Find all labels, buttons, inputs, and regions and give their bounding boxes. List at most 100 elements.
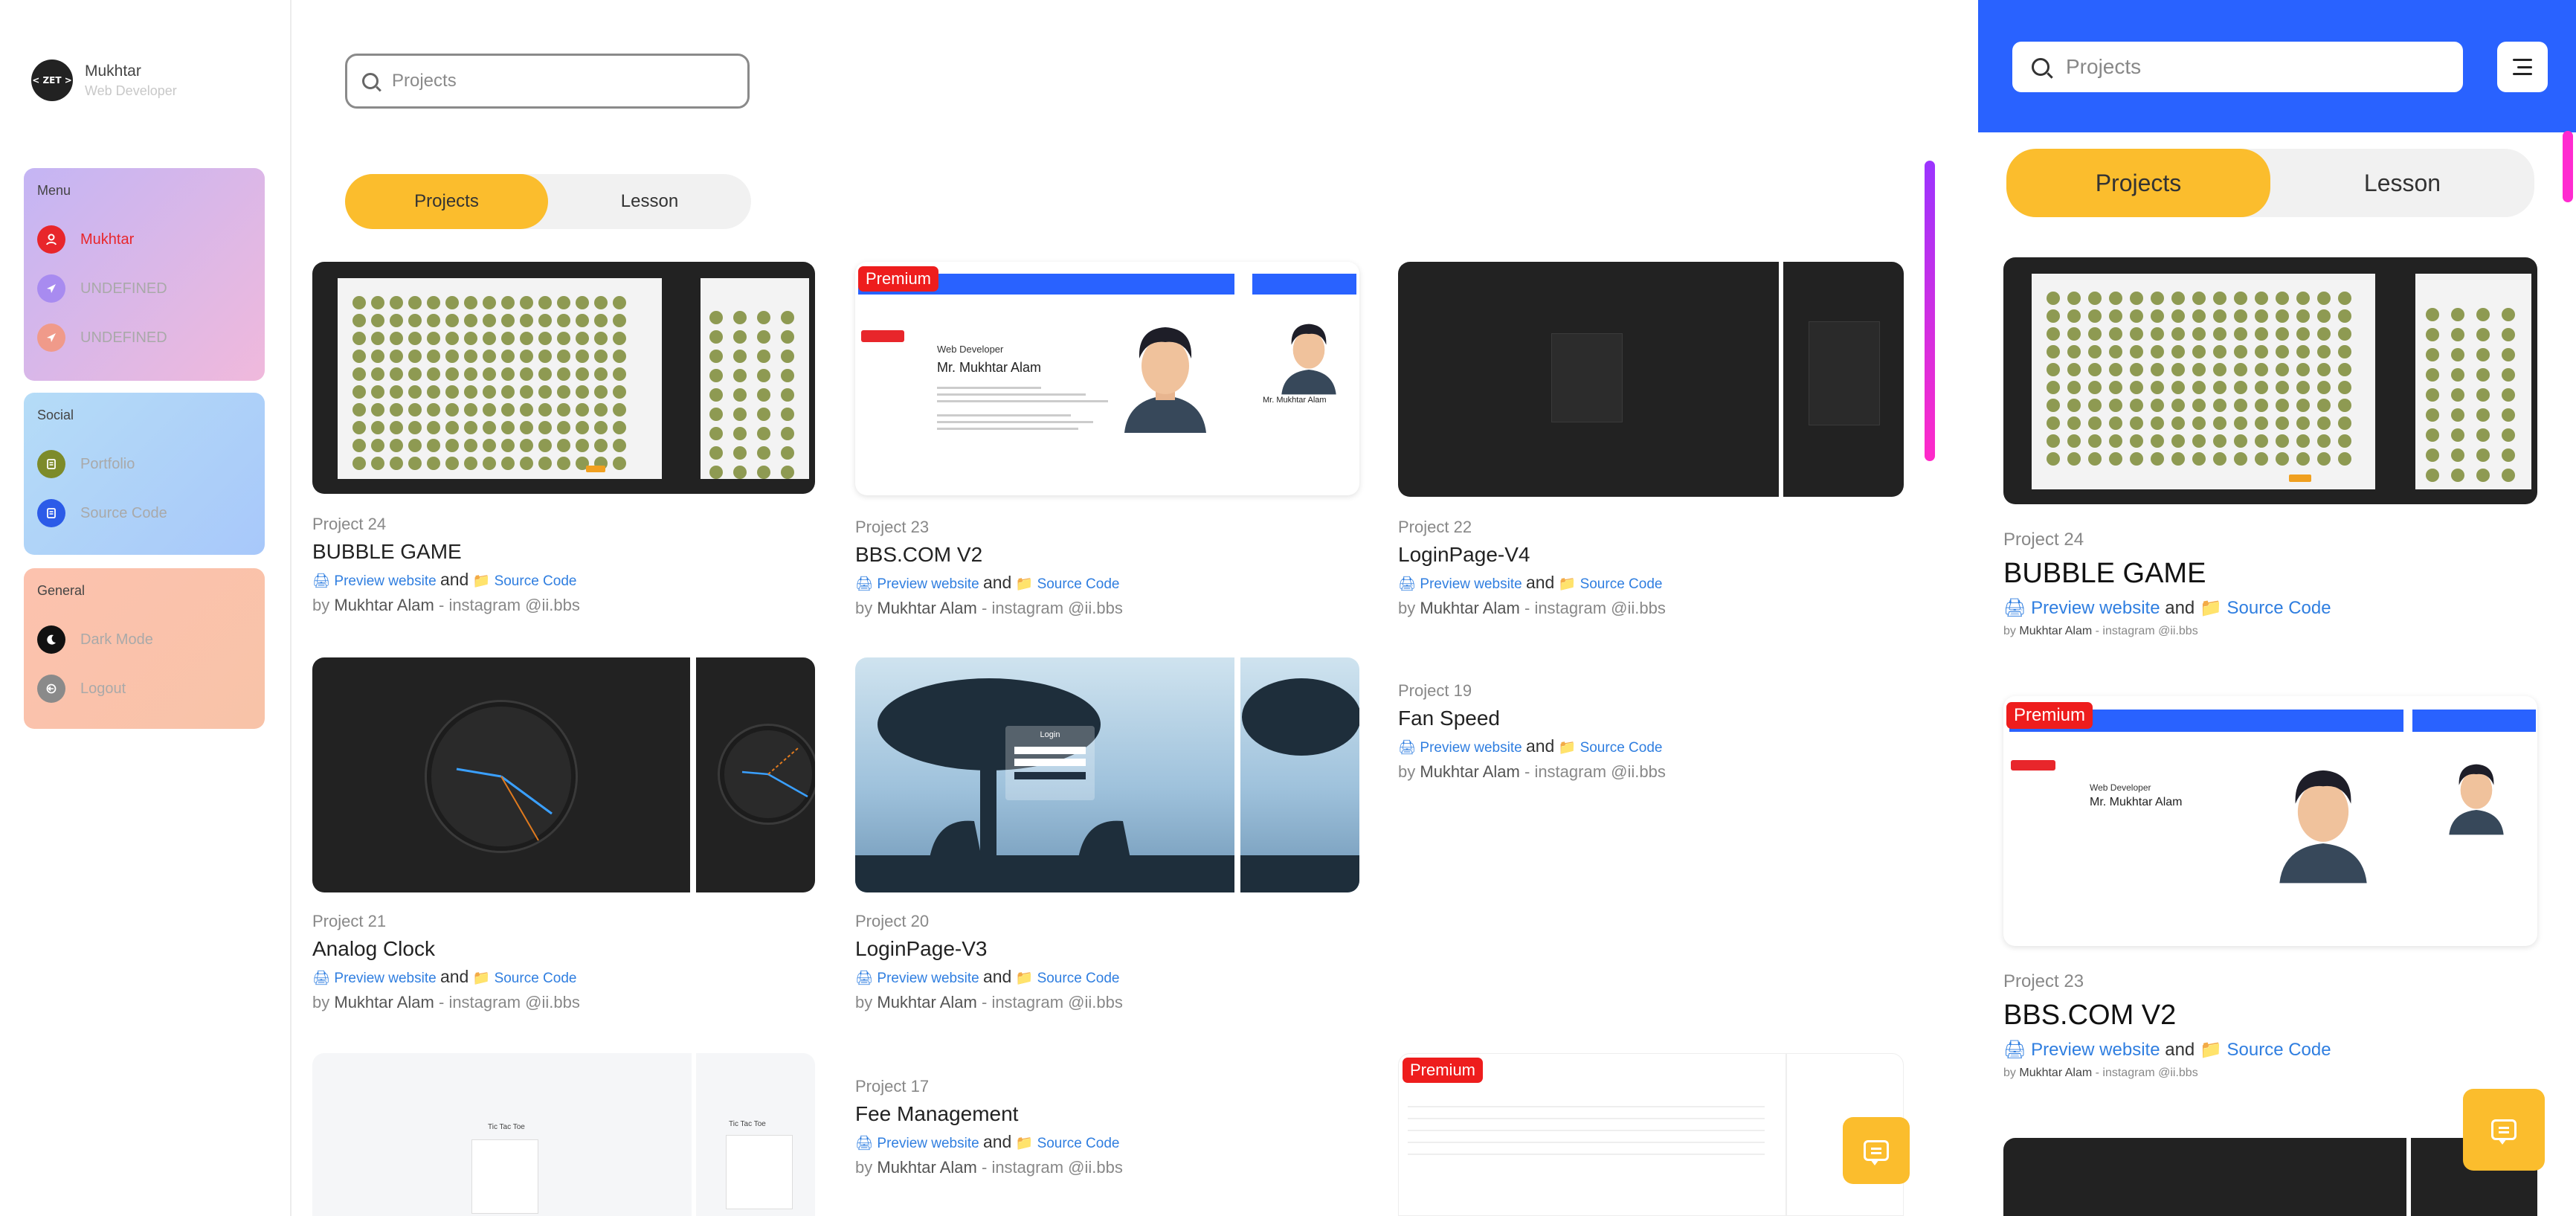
- bubble[interactable]: [520, 332, 533, 345]
- bubble[interactable]: [352, 457, 366, 470]
- bubble[interactable]: [613, 439, 626, 452]
- bubble[interactable]: [2451, 408, 2464, 422]
- bubble[interactable]: [408, 421, 422, 434]
- bubble[interactable]: [2317, 292, 2331, 305]
- bubble[interactable]: [2234, 345, 2247, 358]
- bubble[interactable]: [2088, 327, 2102, 341]
- bubble[interactable]: [2047, 452, 2060, 466]
- bubble[interactable]: [520, 385, 533, 399]
- bubble[interactable]: [2151, 381, 2164, 394]
- bubble[interactable]: [464, 421, 477, 434]
- bubble[interactable]: [464, 385, 477, 399]
- bubble[interactable]: [2451, 448, 2464, 462]
- bubble[interactable]: [464, 457, 477, 470]
- source-code-link[interactable]: 📁 Source Code: [2200, 1040, 2331, 1060]
- bubble[interactable]: [2338, 416, 2351, 430]
- bubble[interactable]: [371, 314, 384, 327]
- bubble[interactable]: [2234, 309, 2247, 323]
- bubble[interactable]: [2296, 399, 2310, 412]
- bubble[interactable]: [2502, 308, 2515, 321]
- bubble[interactable]: [2047, 292, 2060, 305]
- bubble[interactable]: [2088, 452, 2102, 466]
- project-thumbnail[interactable]: [1398, 262, 1904, 497]
- preview-link[interactable]: 🖨 Preview website: [1398, 740, 1522, 756]
- bubble[interactable]: [2067, 416, 2081, 430]
- bubble[interactable]: [2130, 292, 2143, 305]
- bubble[interactable]: [520, 457, 533, 470]
- bubble[interactable]: [501, 350, 515, 363]
- bubble[interactable]: [538, 403, 552, 416]
- bubble[interactable]: [501, 367, 515, 381]
- bubble[interactable]: [501, 457, 515, 470]
- bubble[interactable]: [2171, 452, 2185, 466]
- bubble[interactable]: [613, 332, 626, 345]
- bubble[interactable]: [2276, 292, 2289, 305]
- bubble[interactable]: [557, 439, 570, 452]
- bubble[interactable]: [2296, 416, 2310, 430]
- bubble[interactable]: [2171, 363, 2185, 376]
- bubble[interactable]: [501, 421, 515, 434]
- bubble[interactable]: [520, 350, 533, 363]
- bubble[interactable]: [2171, 292, 2185, 305]
- preview-link[interactable]: 🖨 Preview website: [855, 576, 979, 592]
- bubble[interactable]: [2067, 309, 2081, 323]
- scroll-indicator[interactable]: [1925, 161, 1935, 461]
- bubble[interactable]: [371, 457, 384, 470]
- source-code-link[interactable]: 📁 Source Code: [1016, 1136, 1120, 1151]
- bubble[interactable]: [2426, 368, 2439, 382]
- bubble[interactable]: [733, 369, 747, 382]
- bubble[interactable]: [2088, 399, 2102, 412]
- bubble[interactable]: [538, 367, 552, 381]
- bubble[interactable]: [2276, 399, 2289, 412]
- bubble[interactable]: [2296, 327, 2310, 341]
- bubble[interactable]: [2502, 328, 2515, 341]
- bubble[interactable]: [2338, 363, 2351, 376]
- bubble[interactable]: [352, 350, 366, 363]
- bubble[interactable]: [390, 296, 403, 309]
- bubble[interactable]: [733, 311, 747, 324]
- bubble[interactable]: [2476, 328, 2490, 341]
- bubble[interactable]: [2109, 363, 2122, 376]
- bubble[interactable]: [2296, 434, 2310, 448]
- bubble[interactable]: [2451, 308, 2464, 321]
- bubble[interactable]: [709, 408, 723, 421]
- profile[interactable]: < ZET > Mukhtar Web Developer: [31, 59, 177, 101]
- bubble[interactable]: [2192, 381, 2206, 394]
- preview-link[interactable]: 🖨 Preview website: [312, 573, 437, 589]
- bubble[interactable]: [757, 369, 770, 382]
- bubble[interactable]: [594, 385, 608, 399]
- bubble[interactable]: [757, 350, 770, 363]
- bubble[interactable]: [2317, 416, 2331, 430]
- bubble[interactable]: [2109, 452, 2122, 466]
- bubble[interactable]: [483, 296, 496, 309]
- search-input[interactable]: [392, 71, 704, 91]
- bubble[interactable]: [408, 385, 422, 399]
- bubble[interactable]: [2296, 345, 2310, 358]
- bubble[interactable]: [2451, 469, 2464, 482]
- bubble[interactable]: [2502, 348, 2515, 361]
- bubble[interactable]: [2426, 448, 2439, 462]
- bubble[interactable]: [2296, 452, 2310, 466]
- sidebar-item-undefined-1[interactable]: UNDEFINED: [37, 264, 251, 313]
- bubble[interactable]: [464, 403, 477, 416]
- bubble[interactable]: [520, 421, 533, 434]
- bubble[interactable]: [709, 388, 723, 402]
- bubble[interactable]: [2213, 452, 2226, 466]
- bubble[interactable]: [2109, 327, 2122, 341]
- bubble[interactable]: [2192, 434, 2206, 448]
- bubble[interactable]: [408, 367, 422, 381]
- bubble[interactable]: [709, 427, 723, 440]
- bubble[interactable]: [2130, 452, 2143, 466]
- bubble[interactable]: [733, 350, 747, 363]
- bubble[interactable]: [464, 332, 477, 345]
- bubble[interactable]: [2047, 327, 2060, 341]
- bubble[interactable]: [2276, 327, 2289, 341]
- bubble[interactable]: [2067, 399, 2081, 412]
- bubble[interactable]: [2109, 345, 2122, 358]
- bubble[interactable]: [2276, 309, 2289, 323]
- bubble[interactable]: [2192, 452, 2206, 466]
- bubble[interactable]: [2296, 363, 2310, 376]
- bubble[interactable]: [2213, 381, 2226, 394]
- bubble[interactable]: [427, 421, 440, 434]
- bubble[interactable]: [501, 439, 515, 452]
